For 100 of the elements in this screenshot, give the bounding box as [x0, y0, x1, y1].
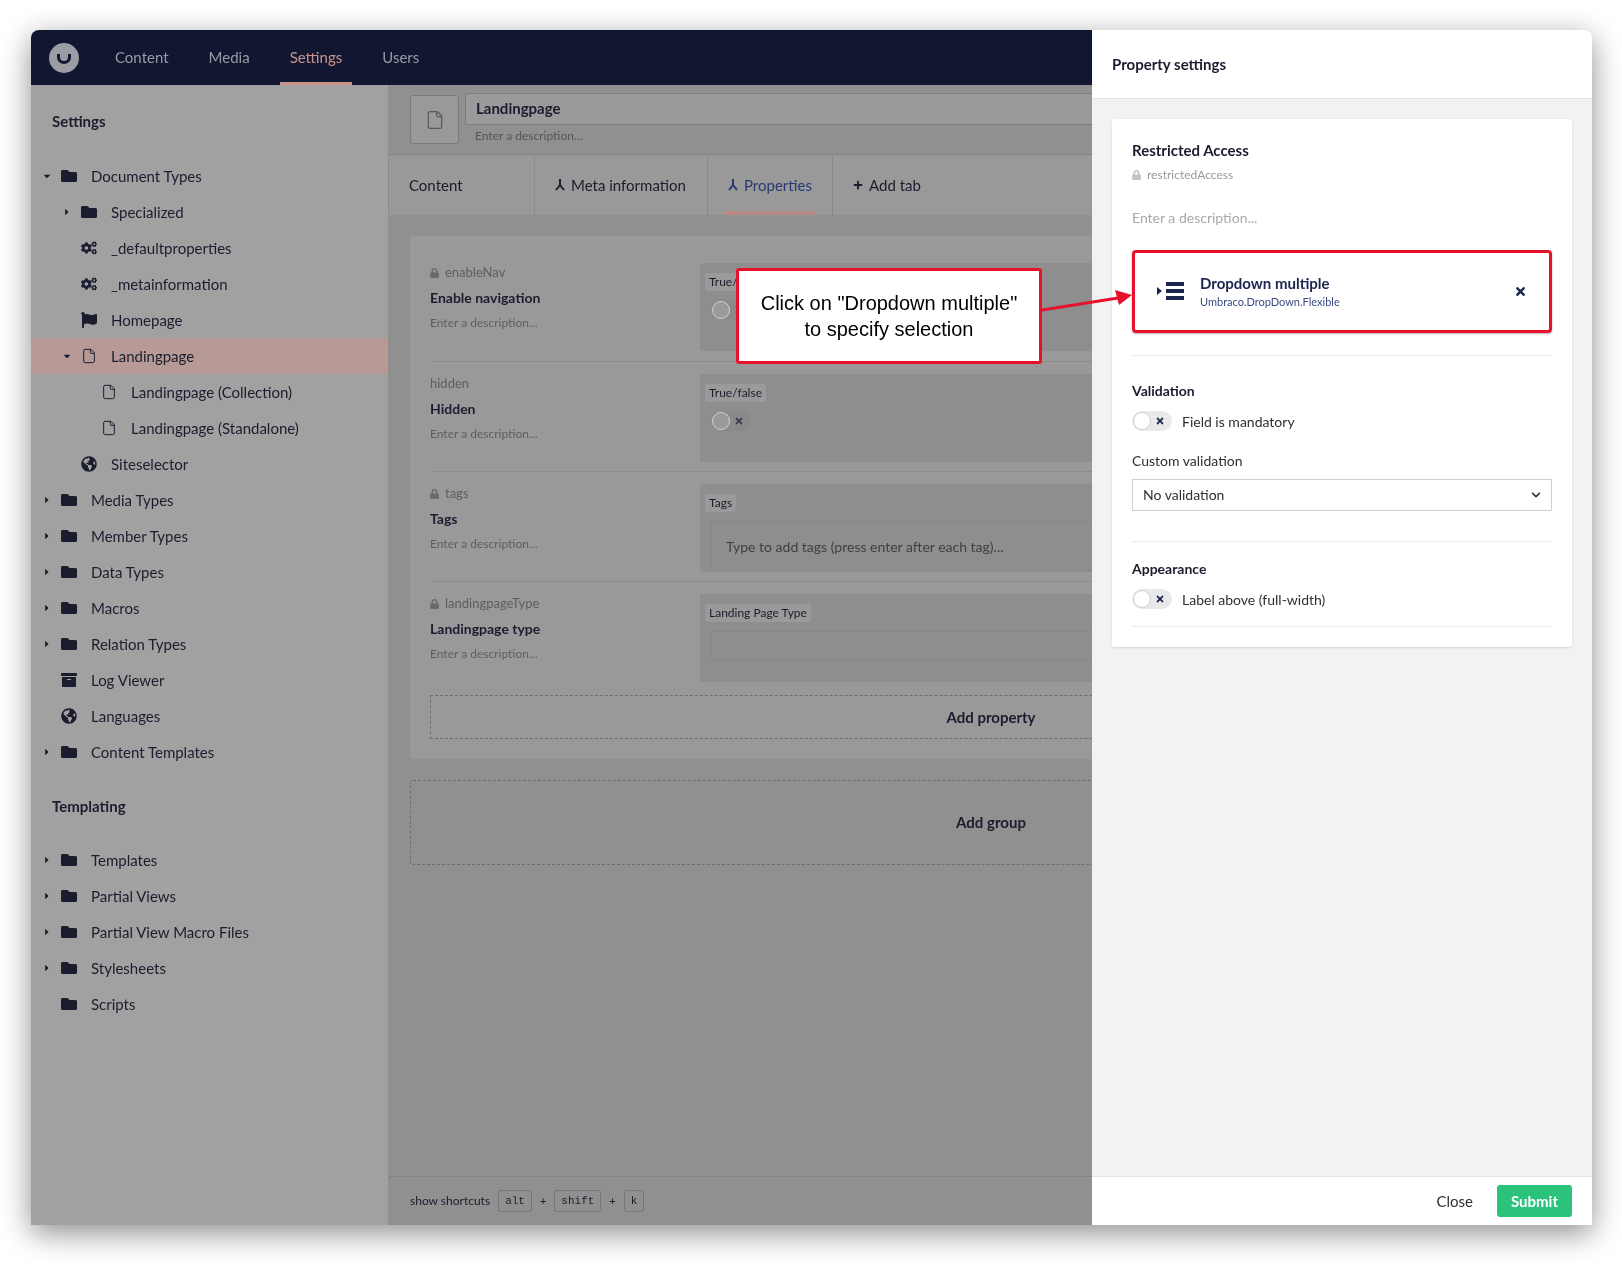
merge-icon: [555, 179, 565, 191]
plus-separator: +: [539, 1192, 547, 1209]
property-alias: enableNav: [445, 263, 506, 283]
tree-item-label: Data Types: [91, 561, 164, 583]
tree-item[interactable]: Partial View Macro Files: [31, 914, 388, 950]
plus-separator: +: [609, 1192, 616, 1209]
logo-icon[interactable]: [49, 42, 79, 73]
globe-icon: [81, 456, 97, 472]
folder-icon: [61, 528, 77, 544]
folder-icon: [61, 744, 77, 760]
folder-icon: [61, 564, 77, 580]
editor-name: Dropdown multiple: [1200, 272, 1331, 294]
editor-label: Landing Page Type: [705, 604, 811, 622]
cross-icon: [734, 416, 744, 426]
tab[interactable]: Properties: [708, 155, 833, 215]
tree-item[interactable]: Document Types: [31, 158, 388, 194]
tree-item-label: Log Viewer: [91, 669, 165, 691]
property-name-field[interactable]: Restricted Access: [1132, 139, 1552, 162]
tree-item[interactable]: _defaultproperties: [31, 230, 388, 266]
tree-item-label: Landingpage: [111, 345, 195, 367]
tree-item[interactable]: Member Types: [31, 518, 388, 554]
name-field[interactable]: Landingpage: [465, 92, 1092, 125]
tree-item[interactable]: Stylesheets: [31, 950, 388, 986]
gears-icon: [81, 276, 97, 292]
merge-icon: [728, 179, 738, 191]
toggle-switch[interactable]: [1132, 411, 1172, 431]
tree-item[interactable]: Templates: [31, 842, 388, 878]
tab[interactable]: Content: [389, 155, 535, 215]
tree-item[interactable]: Log Viewer: [31, 662, 388, 698]
folder-icon: [61, 168, 77, 184]
keyboard-key: alt: [498, 1189, 532, 1213]
section-title: Templating: [52, 795, 126, 817]
plus-icon: [853, 180, 863, 190]
remove-icon[interactable]: [1514, 284, 1527, 298]
toggle-switch[interactable]: [711, 411, 751, 431]
editor-alias: Umbraco.DropDown.Flexible: [1200, 294, 1340, 310]
folder-icon: [61, 996, 77, 1012]
tree-item[interactable]: Specialized: [31, 194, 388, 230]
keyboard-key: k: [623, 1189, 645, 1213]
flag-icon: [81, 312, 97, 328]
folder-icon: [61, 960, 77, 976]
folder-icon: [81, 204, 97, 220]
tree-item[interactable]: Languages: [31, 698, 388, 734]
tree-item[interactable]: Landingpage (Collection): [31, 374, 388, 410]
toggle-label: Field is mandatory: [1182, 411, 1295, 432]
tree-item-label: Media Types: [91, 489, 174, 511]
toggle-label: Label above (full-width): [1182, 589, 1326, 610]
tab[interactable]: Meta information: [535, 155, 708, 215]
folder-icon: [61, 852, 77, 868]
lock-icon: [430, 489, 439, 499]
nav-tab[interactable]: Media: [198, 30, 260, 85]
property-alias: tags: [445, 484, 469, 504]
tree-item[interactable]: Siteselector: [31, 446, 388, 482]
nav-tab[interactable]: Content: [105, 30, 179, 85]
property-alias: hidden: [430, 374, 470, 394]
tree-item[interactable]: Relation Types: [31, 626, 388, 662]
panel-title: Property settings: [1112, 53, 1227, 75]
folder-icon: [61, 600, 77, 616]
tree-item[interactable]: Macros: [31, 590, 388, 626]
tree-item-label: Macros: [91, 597, 140, 619]
tree-item-label: Member Types: [91, 525, 188, 547]
property-alias: restrictedAccess: [1147, 165, 1234, 184]
list-icon: [1157, 280, 1185, 302]
lock-icon: [430, 599, 439, 609]
sidebar-title: Settings: [52, 111, 106, 133]
tree-item-label: Siteselector: [111, 453, 189, 475]
tags-field[interactable]: Type to add tags (press enter after each tag)...: [711, 521, 1092, 571]
document-icon: [81, 348, 97, 364]
toggle-switch[interactable]: [1132, 589, 1172, 609]
document-icon: [101, 420, 117, 436]
tree-item[interactable]: Data Types: [31, 554, 388, 590]
property-name: Enable navigation: [430, 288, 542, 308]
tree-item[interactable]: Content Templates: [31, 734, 388, 770]
tree-item-label: Landingpage (Collection): [131, 381, 293, 403]
editor-label: Tags: [705, 494, 737, 512]
property-editor-picker[interactable]: Dropdown multiple Umbraco.DropDown.Flexible: [1132, 249, 1552, 333]
tree-item[interactable]: Homepage: [31, 302, 388, 338]
tree-item[interactable]: _metainformation: [31, 266, 388, 302]
tree-item-label: Content Templates: [91, 741, 215, 763]
tree-item[interactable]: Landingpage (Standalone): [31, 410, 388, 446]
folder-icon: [61, 636, 77, 652]
tree-item[interactable]: Scripts: [31, 986, 388, 1022]
tree-item[interactable]: Landingpage: [31, 338, 388, 374]
tab[interactable]: Add tab: [833, 155, 953, 215]
folder-icon: [61, 924, 77, 940]
property-name: Hidden: [430, 399, 477, 419]
description-field[interactable]: Enter a description...: [1132, 205, 1552, 230]
tree-item-label: Specialized: [111, 201, 184, 223]
tree-item-label: Templates: [91, 849, 158, 871]
tree-item[interactable]: Partial Views: [31, 878, 388, 914]
nav-tab[interactable]: Users: [372, 30, 430, 85]
keyboard-key: shift: [554, 1189, 602, 1213]
tree-item[interactable]: Media Types: [31, 482, 388, 518]
lock-icon: [430, 268, 439, 278]
cross-icon: [1155, 416, 1165, 426]
property-name: Tags: [430, 509, 459, 529]
tree-item-label: Document Types: [91, 165, 202, 187]
custom-validation-select[interactable]: No validation: [1132, 478, 1552, 511]
close-button[interactable]: Close: [1424, 1185, 1485, 1217]
tree-item-label: Partial View Macro Files: [91, 921, 249, 943]
